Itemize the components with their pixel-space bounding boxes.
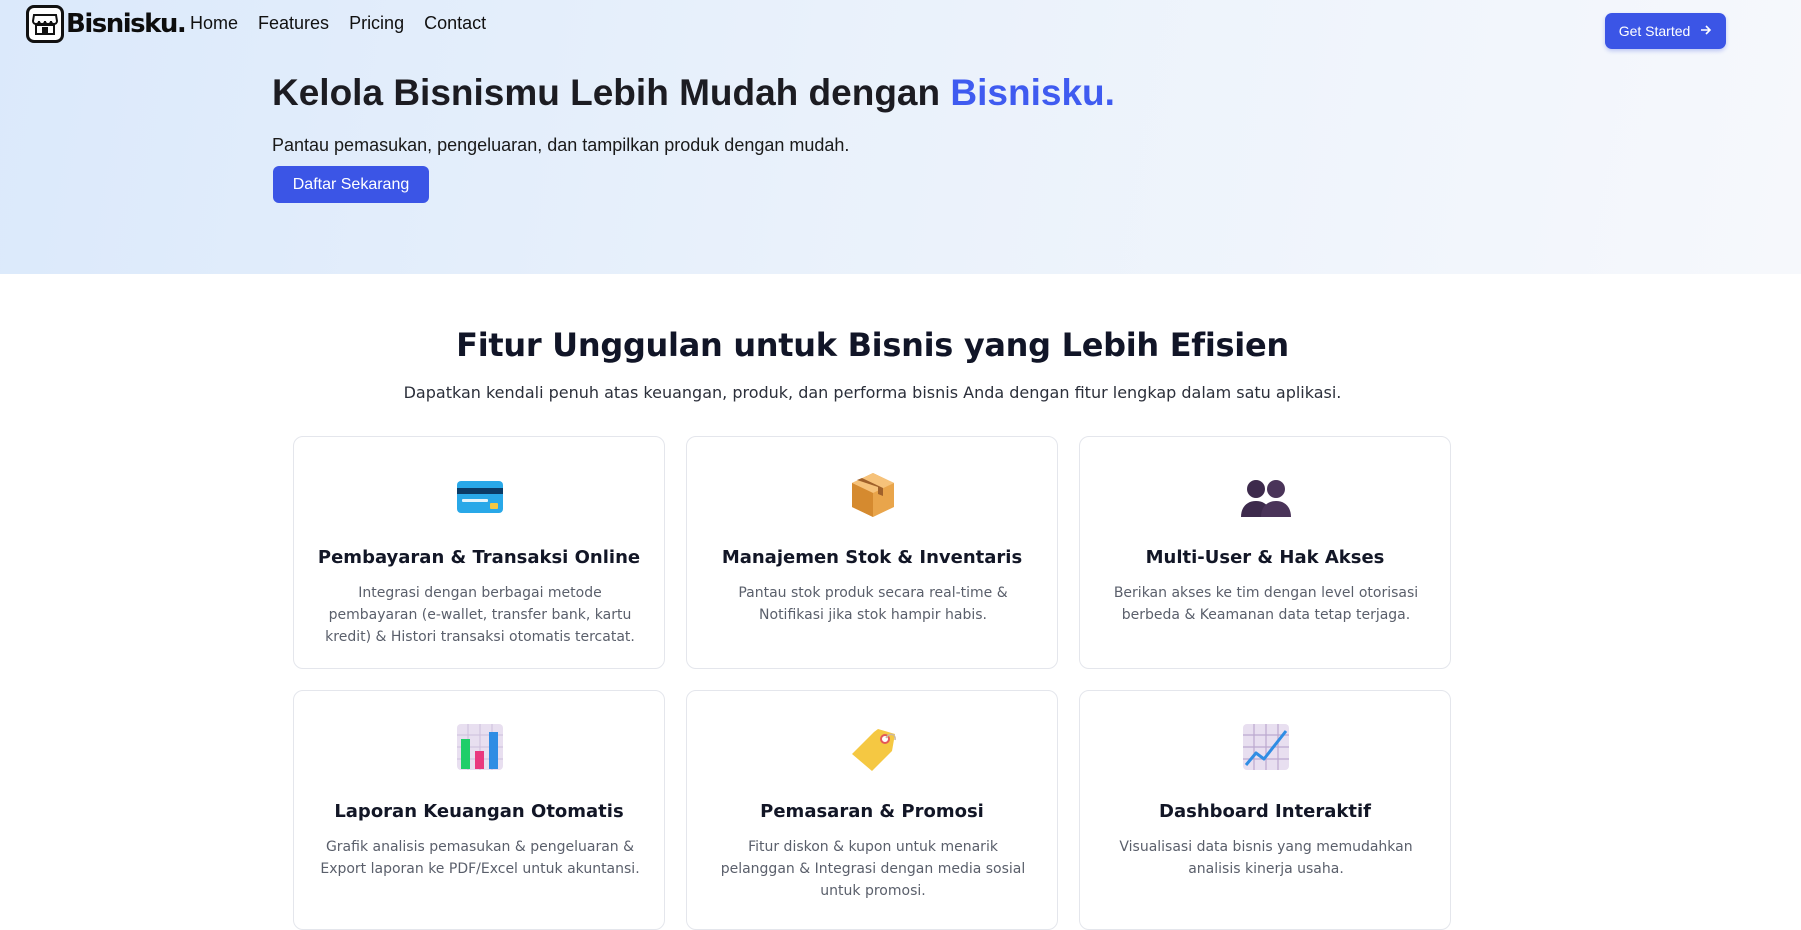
users-icon [1240, 471, 1292, 523]
feature-title: Laporan Keuangan Otomatis [334, 801, 624, 822]
hero-title-main: Kelola Bisnismu Lebih Mudah dengan [272, 72, 951, 113]
brand-name: Bisnisku. [66, 9, 187, 39]
get-started-label: Get Started [1618, 23, 1691, 39]
feature-title: Manajemen Stok & Inventaris [721, 547, 1023, 568]
feature-card-inventory: Manajemen Stok & Inventaris Pantau stok … [686, 436, 1058, 669]
feature-card-payment: Pembayaran & Transaksi Online Integrasi … [293, 436, 665, 669]
get-started-button[interactable]: Get Started [1605, 13, 1726, 49]
feature-description: Pantau stok produk secara real-time & No… [738, 585, 1008, 623]
feature-title: Multi-User & Hak Akses [1145, 547, 1385, 568]
nav-pricing[interactable]: Pricing [349, 13, 404, 34]
brand-logo[interactable]: Bisnisku. [26, 5, 187, 43]
hero-section [0, 0, 1801, 274]
feature-description: Visualisasi data bisnis yang memudahkan … [1119, 839, 1413, 877]
hero-title: Kelola Bisnismu Lebih Mudah dengan Bisni… [272, 72, 1115, 114]
price-tag-icon [847, 723, 899, 775]
features-subtitle: Dapatkan kendali penuh atas keuangan, pr… [403, 383, 1342, 402]
feature-card-marketing: Pemasaran & Promosi Fitur diskon & kupon… [686, 690, 1058, 930]
store-icon [26, 5, 64, 43]
nav-home[interactable]: Home [190, 13, 238, 34]
hero-title-accent: Bisnisku. [950, 72, 1115, 113]
register-button[interactable]: Daftar Sekarang [273, 166, 429, 203]
feature-description: Berikan akses ke tim dengan level otoris… [1113, 585, 1419, 623]
credit-card-icon [454, 471, 506, 523]
features-title: Fitur Unggulan untuk Bisnis yang Lebih E… [456, 326, 1289, 364]
feature-card-dashboard: Dashboard Interaktif Visualisasi data bi… [1079, 690, 1451, 930]
feature-card-reports: Laporan Keuangan Otomatis Grafik analisi… [293, 690, 665, 930]
feature-description: Fitur diskon & kupon untuk menarik pelan… [720, 839, 1026, 899]
main-nav: Home Features Pricing Contact [190, 13, 506, 34]
feature-card-multiuser: Multi-User & Hak Akses Berikan akses ke … [1079, 436, 1451, 669]
feature-title: Pembayaran & Transaksi Online [317, 547, 641, 568]
feature-description: Grafik analisis pemasukan & pengeluaran … [320, 839, 640, 877]
feature-title: Pemasaran & Promosi [760, 801, 984, 822]
arrow-right-icon [1700, 23, 1712, 39]
feature-description: Integrasi dengan berbagai metode pembaya… [325, 585, 635, 645]
package-icon [847, 469, 899, 521]
feature-title: Dashboard Interaktif [1159, 801, 1371, 822]
hero-subtitle: Pantau pemasukan, pengeluaran, dan tampi… [272, 135, 850, 155]
nav-contact[interactable]: Contact [424, 13, 486, 34]
bar-chart-icon [454, 721, 506, 773]
line-chart-icon [1240, 721, 1292, 773]
nav-features[interactable]: Features [258, 13, 329, 34]
